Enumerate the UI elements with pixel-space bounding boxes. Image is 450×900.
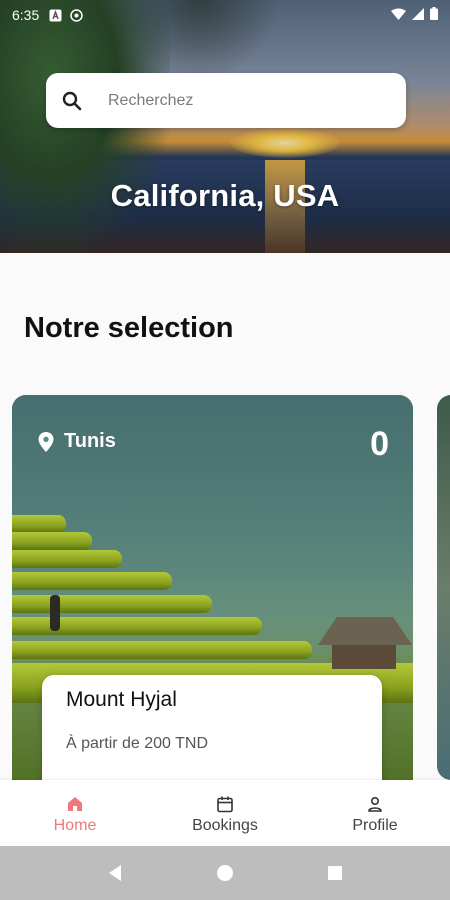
person-icon (366, 795, 384, 813)
signal-icon (412, 7, 424, 23)
recents-icon[interactable] (323, 861, 347, 885)
card-count: 0 (370, 425, 389, 463)
section-title: Notre selection (24, 312, 234, 344)
hut-body (332, 645, 396, 669)
card-info-panel[interactable]: Mount Hyjal À partir de 200 TND (42, 675, 382, 795)
a-badge-icon (49, 9, 62, 22)
card-person (50, 595, 60, 631)
card-title: Mount Hyjal (66, 688, 177, 711)
terrace-5 (12, 595, 212, 613)
hero-title: California, USA (110, 178, 340, 213)
search-bar[interactable] (46, 73, 406, 128)
terrace-1 (12, 515, 66, 533)
terrace-4 (12, 572, 172, 590)
status-bar: 6:35 (0, 0, 450, 30)
home-circle-icon[interactable] (213, 861, 237, 885)
next-card-peek[interactable] (437, 395, 450, 780)
at-sign-icon (70, 8, 83, 22)
wifi-icon (391, 7, 406, 23)
location-pin-icon (38, 431, 54, 452)
nav-profile-label: Profile (352, 817, 398, 834)
back-icon[interactable] (103, 861, 127, 885)
nav-home[interactable]: Home (0, 780, 150, 846)
battery-icon (430, 7, 438, 23)
card-price: À partir de 200 TND (66, 735, 208, 752)
bottom-navigation: Home Bookings Profile (0, 780, 450, 846)
home-icon (66, 795, 84, 813)
search-input[interactable] (108, 91, 378, 110)
calendar-icon (216, 795, 234, 813)
destination-card[interactable]: Tunis 0 Mount Hyjal À partir de 200 TND (12, 395, 413, 795)
terrace-2 (12, 532, 92, 550)
search-icon[interactable] (60, 89, 84, 113)
card-location-label: Tunis (64, 430, 116, 452)
nav-home-label: Home (53, 817, 97, 834)
system-navigation-bar (0, 846, 450, 900)
terrace-3 (12, 550, 122, 568)
card-location: Tunis (38, 430, 116, 453)
nav-profile[interactable]: Profile (300, 780, 450, 846)
nav-bookings[interactable]: Bookings (150, 780, 300, 846)
terrace-7 (12, 641, 312, 659)
status-time: 6:35 (12, 7, 40, 23)
nav-bookings-label: Bookings (192, 817, 258, 834)
